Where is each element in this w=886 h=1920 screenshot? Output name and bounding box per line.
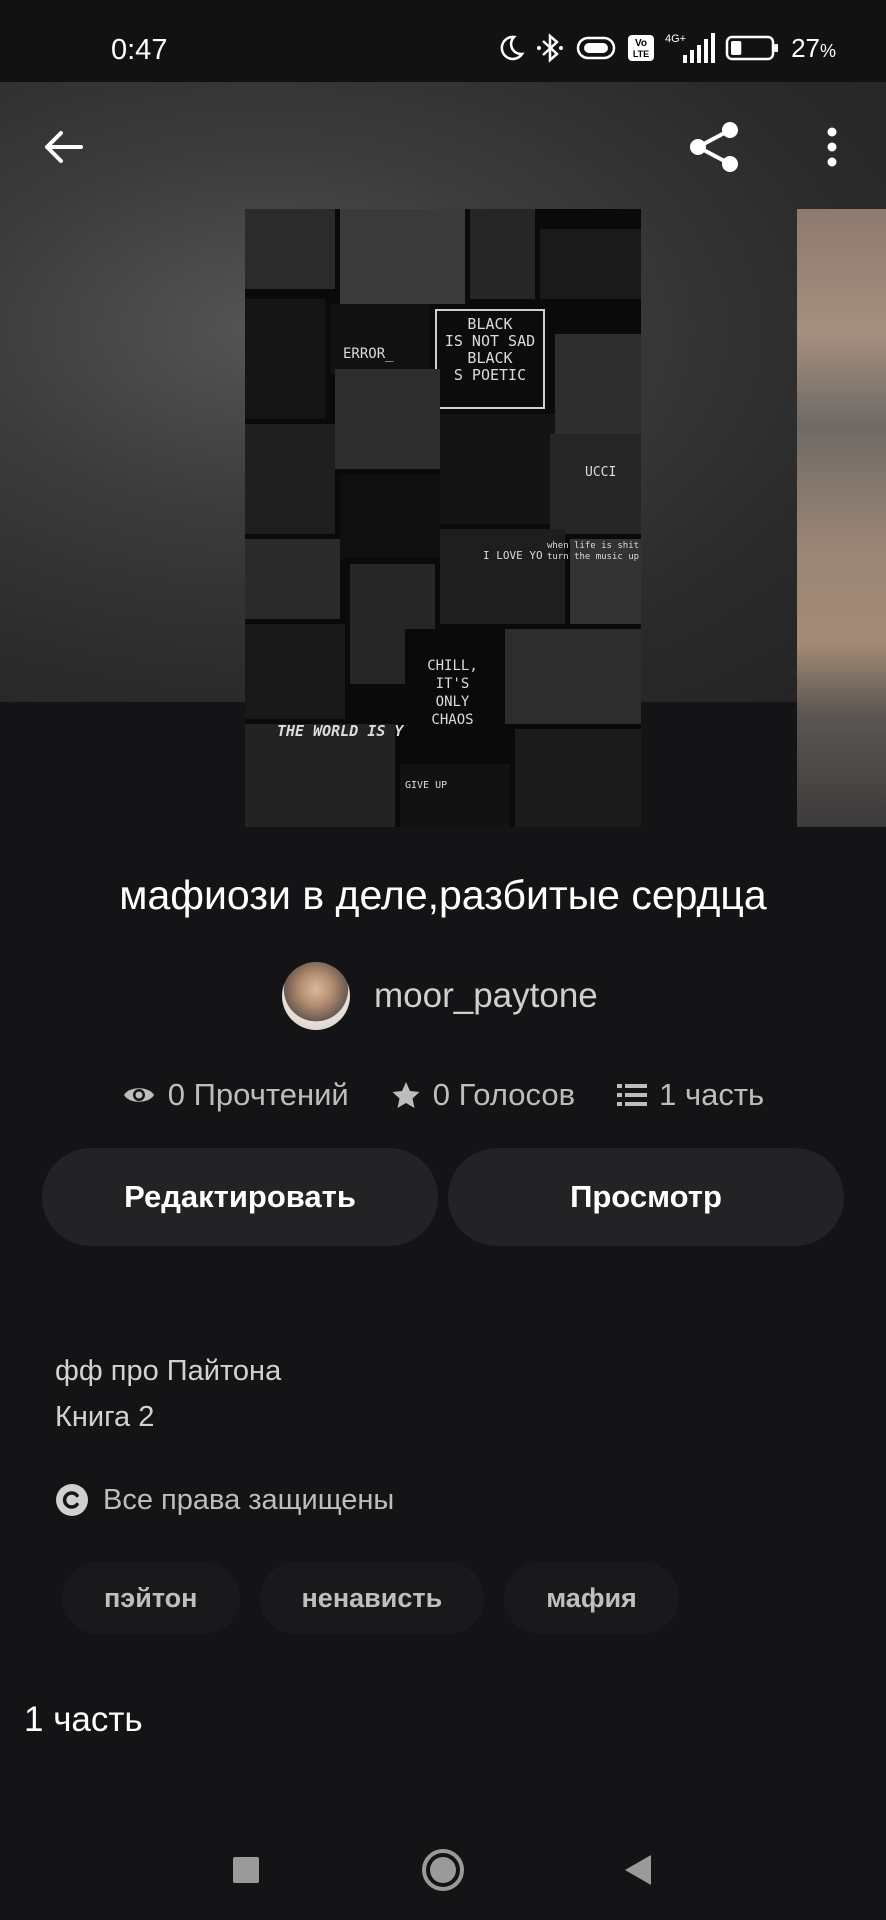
book-title: мафиози в деле,разбитые сердца bbox=[119, 872, 767, 918]
copyright-info: Все права защищены bbox=[55, 1483, 394, 1517]
svg-text:Vo: Vo bbox=[635, 38, 647, 49]
view-button[interactable]: Просмотр bbox=[448, 1148, 844, 1246]
votes-stat: 0 Голосов bbox=[391, 1077, 575, 1113]
share-button[interactable] bbox=[680, 112, 750, 182]
tag-chip[interactable]: пэйтон bbox=[62, 1562, 240, 1634]
tags-list: пэйтон ненависть мафия bbox=[62, 1562, 679, 1634]
cover-text-love: I LOVE YO bbox=[483, 549, 543, 562]
author-link[interactable]: moor_paytone bbox=[282, 962, 598, 1030]
copyright-text: Все права защищены bbox=[103, 1483, 395, 1516]
author-name: moor_paytone bbox=[374, 976, 598, 1015]
cover-text-music: when life is shit turn the music up bbox=[546, 541, 640, 562]
battery-percent: 27% bbox=[791, 32, 836, 63]
eye-icon bbox=[123, 1088, 154, 1102]
book-description: фф про Пайтона Книга 2 bbox=[55, 1348, 281, 1440]
cover-text-gucci: UCCI bbox=[585, 465, 617, 480]
cover-tile bbox=[245, 299, 325, 419]
cover-tile bbox=[245, 424, 335, 534]
tag-chip[interactable]: мафия bbox=[504, 1562, 679, 1634]
cover-tile bbox=[555, 334, 641, 434]
bluetooth-icon bbox=[535, 32, 565, 64]
recents-button[interactable] bbox=[216, 1840, 276, 1900]
back-button[interactable] bbox=[28, 112, 98, 182]
circle-home-icon bbox=[422, 1849, 464, 1891]
edit-button[interactable]: Редактировать bbox=[42, 1148, 438, 1246]
cover-tile bbox=[330, 304, 430, 374]
book-cover[interactable]: ERROR_ BLACK IS NOT SAD BLACK S POETIC I… bbox=[245, 209, 641, 827]
cover-tile bbox=[340, 474, 440, 559]
signal-icon: 4G+ bbox=[665, 31, 716, 65]
cover-tile bbox=[440, 414, 555, 524]
back-nav-button[interactable] bbox=[608, 1840, 668, 1900]
cover-text-giveup: GIVE UP bbox=[405, 780, 448, 791]
star-icon bbox=[392, 1082, 420, 1108]
cover-tile bbox=[245, 539, 340, 619]
cover-tile bbox=[550, 434, 641, 534]
volte-icon: Vo LTE bbox=[627, 34, 655, 62]
cover-tile bbox=[400, 764, 510, 827]
next-book-cover[interactable] bbox=[797, 209, 886, 827]
svg-text:LTE: LTE bbox=[633, 49, 649, 59]
tag-chip[interactable]: ненависть bbox=[259, 1562, 485, 1634]
cover-text-error: ERROR_ bbox=[343, 346, 394, 362]
battery-icon bbox=[725, 34, 781, 62]
more-options-button[interactable] bbox=[797, 112, 867, 182]
cover-tile bbox=[515, 729, 641, 827]
votes-count: 0 Голосов bbox=[432, 1077, 576, 1112]
more-vertical-icon bbox=[827, 127, 837, 167]
triangle-back-icon bbox=[625, 1855, 651, 1885]
copyright-icon bbox=[56, 1484, 88, 1516]
cover-tile bbox=[470, 209, 535, 299]
cover-text-world: THE WORLD IS Y bbox=[277, 722, 404, 740]
reads-count: 0 Прочтений bbox=[167, 1077, 349, 1112]
avatar bbox=[282, 962, 350, 1030]
status-bar: 0:47 Vo LTE 4G+ 27% bbox=[0, 0, 886, 82]
cover-text-black: BLACK IS NOT SAD BLACK S POETIC bbox=[444, 315, 536, 384]
system-nav-bar bbox=[0, 1820, 886, 1920]
cover-tile bbox=[245, 209, 335, 289]
parts-stat: 1 часть bbox=[617, 1077, 764, 1113]
moon-icon bbox=[495, 33, 525, 63]
cover-tile bbox=[540, 229, 641, 299]
home-button[interactable] bbox=[413, 1840, 473, 1900]
status-icons: Vo LTE 4G+ 27% bbox=[495, 28, 836, 68]
list-icon bbox=[617, 1084, 648, 1106]
square-icon bbox=[233, 1857, 259, 1883]
share-icon bbox=[690, 122, 738, 172]
status-time: 0:47 bbox=[111, 34, 168, 66]
book-stats: 0 Прочтений 0 Голосов 1 часть bbox=[0, 1072, 886, 1118]
svg-text:4G+: 4G+ bbox=[665, 33, 686, 45]
parts-count: 1 часть bbox=[659, 1077, 765, 1112]
vibrate-icon bbox=[575, 33, 617, 63]
parts-section-title: 1 часть bbox=[24, 1700, 143, 1739]
cover-tile bbox=[335, 369, 440, 469]
reads-stat: 0 Прочтений bbox=[122, 1077, 349, 1113]
arrow-left-icon bbox=[45, 131, 83, 163]
cover-tile bbox=[340, 209, 465, 304]
cover-tile bbox=[245, 624, 345, 719]
cover-text-chill: CHILL, IT'S ONLY CHAOS bbox=[427, 658, 478, 728]
description-line: фф про Пайтона bbox=[55, 1355, 282, 1387]
description-line: Книга 2 bbox=[55, 1401, 155, 1433]
cover-tile bbox=[505, 629, 641, 724]
